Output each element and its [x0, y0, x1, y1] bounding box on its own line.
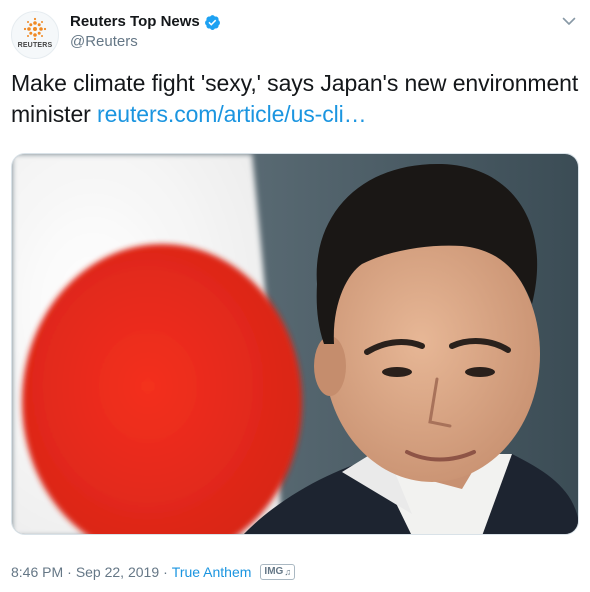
- avatar[interactable]: REUTERS: [11, 11, 59, 59]
- reuters-logo-icon: [23, 17, 47, 41]
- author-handle[interactable]: @Reuters: [70, 33, 138, 51]
- media-badge-label: IMG: [264, 566, 284, 577]
- audio-icon: ♫: [284, 567, 292, 577]
- tweet-photo[interactable]: [11, 153, 579, 535]
- meta-separator: ·: [163, 564, 168, 580]
- author-display-name[interactable]: Reuters Top News: [70, 13, 200, 31]
- chevron-down-icon[interactable]: [560, 12, 578, 30]
- meta-separator: ·: [67, 564, 72, 580]
- avatar-brand-text: REUTERS: [17, 42, 53, 49]
- tweet-link[interactable]: reuters.com/article/us-cli…: [97, 101, 367, 127]
- tweet-source-link[interactable]: True Anthem: [172, 563, 252, 581]
- tweet-card: REUTERS Reuters Top News @Reuters Make c…: [0, 0, 590, 592]
- tweet-meta: 8:46 PM · Sep 22, 2019 · True Anthem IMG…: [11, 563, 296, 581]
- author-name-row: Reuters Top News: [70, 13, 221, 31]
- verified-badge-icon: [204, 14, 220, 30]
- tweet-date[interactable]: Sep 22, 2019: [76, 563, 159, 581]
- tweet-text: Make climate fight 'sexy,' says Japan's …: [11, 68, 581, 130]
- media-badge: IMG ♫: [260, 564, 296, 580]
- tweet-time[interactable]: 8:46 PM: [11, 563, 63, 581]
